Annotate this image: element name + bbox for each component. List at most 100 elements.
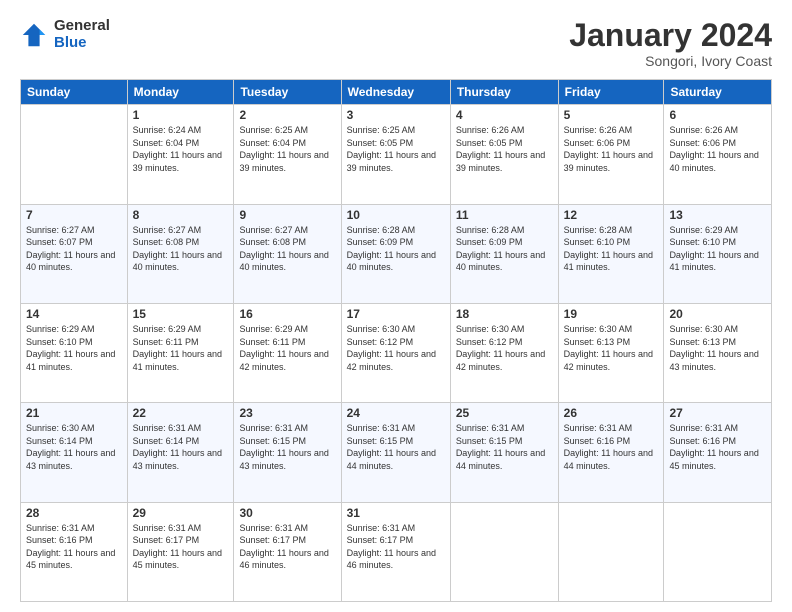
calendar-cell xyxy=(558,502,664,601)
calendar-cell: 19 Sunrise: 6:30 AMSunset: 6:13 PMDayligh… xyxy=(558,303,664,402)
calendar-cell: 14 Sunrise: 6:29 AMSunset: 6:10 PMDayligh… xyxy=(21,303,128,402)
day-info: Sunrise: 6:31 AMSunset: 6:17 PMDaylight:… xyxy=(239,522,335,572)
day-number: 1 xyxy=(133,108,229,122)
day-number: 28 xyxy=(26,506,122,520)
calendar-cell: 2Sunrise: 6:25 AMSunset: 6:04 PMDaylight… xyxy=(234,105,341,204)
logo-blue-text: Blue xyxy=(54,35,110,52)
day-info: Sunrise: 6:31 AMSunset: 6:15 PMDaylight:… xyxy=(456,422,553,472)
column-header-sunday: Sunday xyxy=(21,80,128,105)
header: General Blue January 2024 Songori, Ivory… xyxy=(20,18,772,69)
title-block: January 2024 Songori, Ivory Coast xyxy=(569,18,772,69)
calendar-cell: 22 Sunrise: 6:31 AMSunset: 6:14 PMDayligh… xyxy=(127,403,234,502)
calendar-cell: 4 Sunrise: 6:26 AMSunset: 6:05 PMDaylight… xyxy=(450,105,558,204)
calendar-cell: 28 Sunrise: 6:31 AMSunset: 6:16 PMDayligh… xyxy=(21,502,128,601)
day-number: 8 xyxy=(133,208,229,222)
day-info: Sunrise: 6:30 AMSunset: 6:13 PMDaylight:… xyxy=(669,323,766,373)
day-info: Sunrise: 6:26 AMSunset: 6:06 PMDaylight:… xyxy=(564,124,659,174)
day-info: Sunrise: 6:27 AMSunset: 6:08 PMDaylight:… xyxy=(133,224,229,274)
day-number: 10 xyxy=(347,208,445,222)
main-title: January 2024 xyxy=(569,18,772,53)
day-info: Sunrise: 6:31 AMSunset: 6:16 PMDaylight:… xyxy=(669,422,766,472)
day-info: Sunrise: 6:29 AMSunset: 6:11 PMDaylight:… xyxy=(239,323,335,373)
calendar-cell: 8 Sunrise: 6:27 AMSunset: 6:08 PMDaylight… xyxy=(127,204,234,303)
logo-text: General Blue xyxy=(54,18,110,51)
day-info: Sunrise: 6:26 AMSunset: 6:05 PMDaylight:… xyxy=(456,124,553,174)
calendar-cell xyxy=(450,502,558,601)
calendar-cell: 10 Sunrise: 6:28 AMSunset: 6:09 PMDayligh… xyxy=(341,204,450,303)
day-number: 25 xyxy=(456,406,553,420)
day-number: 19 xyxy=(564,307,659,321)
day-number: 23 xyxy=(239,406,335,420)
day-number: 30 xyxy=(239,506,335,520)
day-info: Sunrise: 6:25 AMSunset: 6:05 PMDaylight:… xyxy=(347,124,445,174)
day-info: Sunrise: 6:30 AMSunset: 6:14 PMDaylight:… xyxy=(26,422,122,472)
calendar-cell: 27 Sunrise: 6:31 AMSunset: 6:16 PMDayligh… xyxy=(664,403,772,502)
day-number: 29 xyxy=(133,506,229,520)
calendar-cell: 24 Sunrise: 6:31 AMSunset: 6:15 PMDayligh… xyxy=(341,403,450,502)
day-number: 2 xyxy=(239,108,335,122)
day-number: 27 xyxy=(669,406,766,420)
calendar-cell: 15 Sunrise: 6:29 AMSunset: 6:11 PMDayligh… xyxy=(127,303,234,402)
day-info: Sunrise: 6:28 AMSunset: 6:09 PMDaylight:… xyxy=(456,224,553,274)
calendar-week-4: 21 Sunrise: 6:30 AMSunset: 6:14 PMDayligh… xyxy=(21,403,772,502)
day-number: 11 xyxy=(456,208,553,222)
calendar-cell: 30 Sunrise: 6:31 AMSunset: 6:17 PMDayligh… xyxy=(234,502,341,601)
column-header-thursday: Thursday xyxy=(450,80,558,105)
calendar-cell: 29Sunrise: 6:31 AMSunset: 6:17 PMDayligh… xyxy=(127,502,234,601)
day-number: 17 xyxy=(347,307,445,321)
day-number: 18 xyxy=(456,307,553,321)
day-info: Sunrise: 6:30 AMSunset: 6:12 PMDaylight:… xyxy=(347,323,445,373)
calendar-cell: 21 Sunrise: 6:30 AMSunset: 6:14 PMDayligh… xyxy=(21,403,128,502)
day-info: Sunrise: 6:24 AMSunset: 6:04 PMDaylight:… xyxy=(133,124,229,174)
day-info: Sunrise: 6:27 AMSunset: 6:08 PMDaylight:… xyxy=(239,224,335,274)
day-number: 4 xyxy=(456,108,553,122)
day-info: Sunrise: 6:27 AMSunset: 6:07 PMDaylight:… xyxy=(26,224,122,274)
calendar-week-5: 28 Sunrise: 6:31 AMSunset: 6:16 PMDayligh… xyxy=(21,502,772,601)
day-info: Sunrise: 6:26 AMSunset: 6:06 PMDaylight:… xyxy=(669,124,766,174)
day-info: Sunrise: 6:29 AMSunset: 6:11 PMDaylight:… xyxy=(133,323,229,373)
column-header-tuesday: Tuesday xyxy=(234,80,341,105)
column-header-saturday: Saturday xyxy=(664,80,772,105)
day-number: 9 xyxy=(239,208,335,222)
day-info: Sunrise: 6:31 AMSunset: 6:15 PMDaylight:… xyxy=(347,422,445,472)
day-info: Sunrise: 6:31 AMSunset: 6:16 PMDaylight:… xyxy=(26,522,122,572)
day-info: Sunrise: 6:31 AMSunset: 6:17 PMDaylight:… xyxy=(347,522,445,572)
day-number: 24 xyxy=(347,406,445,420)
day-number: 15 xyxy=(133,307,229,321)
day-number: 13 xyxy=(669,208,766,222)
calendar-cell xyxy=(21,105,128,204)
logo-icon xyxy=(20,21,48,49)
calendar-header-row: SundayMondayTuesdayWednesdayThursdayFrid… xyxy=(21,80,772,105)
calendar-cell: 23Sunrise: 6:31 AMSunset: 6:15 PMDayligh… xyxy=(234,403,341,502)
page: General Blue January 2024 Songori, Ivory… xyxy=(0,0,792,612)
day-number: 6 xyxy=(669,108,766,122)
day-info: Sunrise: 6:29 AMSunset: 6:10 PMDaylight:… xyxy=(26,323,122,373)
calendar-cell: 20Sunrise: 6:30 AMSunset: 6:13 PMDayligh… xyxy=(664,303,772,402)
day-info: Sunrise: 6:30 AMSunset: 6:13 PMDaylight:… xyxy=(564,323,659,373)
day-number: 16 xyxy=(239,307,335,321)
day-info: Sunrise: 6:31 AMSunset: 6:14 PMDaylight:… xyxy=(133,422,229,472)
day-info: Sunrise: 6:31 AMSunset: 6:16 PMDaylight:… xyxy=(564,422,659,472)
calendar-cell: 18Sunrise: 6:30 AMSunset: 6:12 PMDayligh… xyxy=(450,303,558,402)
calendar-cell: 1 Sunrise: 6:24 AMSunset: 6:04 PMDaylight… xyxy=(127,105,234,204)
day-number: 31 xyxy=(347,506,445,520)
calendar-cell: 12Sunrise: 6:28 AMSunset: 6:10 PMDayligh… xyxy=(558,204,664,303)
day-number: 21 xyxy=(26,406,122,420)
calendar-cell: 16 Sunrise: 6:29 AMSunset: 6:11 PMDayligh… xyxy=(234,303,341,402)
calendar-cell: 31 Sunrise: 6:31 AMSunset: 6:17 PMDayligh… xyxy=(341,502,450,601)
calendar-week-1: 1 Sunrise: 6:24 AMSunset: 6:04 PMDaylight… xyxy=(21,105,772,204)
day-info: Sunrise: 6:28 AMSunset: 6:10 PMDaylight:… xyxy=(564,224,659,274)
calendar-week-3: 14 Sunrise: 6:29 AMSunset: 6:10 PMDayligh… xyxy=(21,303,772,402)
calendar-cell: 26Sunrise: 6:31 AMSunset: 6:16 PMDayligh… xyxy=(558,403,664,502)
calendar-cell: 17 Sunrise: 6:30 AMSunset: 6:12 PMDayligh… xyxy=(341,303,450,402)
day-info: Sunrise: 6:28 AMSunset: 6:09 PMDaylight:… xyxy=(347,224,445,274)
day-info: Sunrise: 6:29 AMSunset: 6:10 PMDaylight:… xyxy=(669,224,766,274)
day-number: 14 xyxy=(26,307,122,321)
calendar-cell: 9 Sunrise: 6:27 AMSunset: 6:08 PMDaylight… xyxy=(234,204,341,303)
day-number: 22 xyxy=(133,406,229,420)
calendar-cell: 25 Sunrise: 6:31 AMSunset: 6:15 PMDayligh… xyxy=(450,403,558,502)
calendar-cell: 3Sunrise: 6:25 AMSunset: 6:05 PMDaylight… xyxy=(341,105,450,204)
subtitle: Songori, Ivory Coast xyxy=(569,53,772,69)
logo-general-text: General xyxy=(54,18,110,35)
column-header-wednesday: Wednesday xyxy=(341,80,450,105)
